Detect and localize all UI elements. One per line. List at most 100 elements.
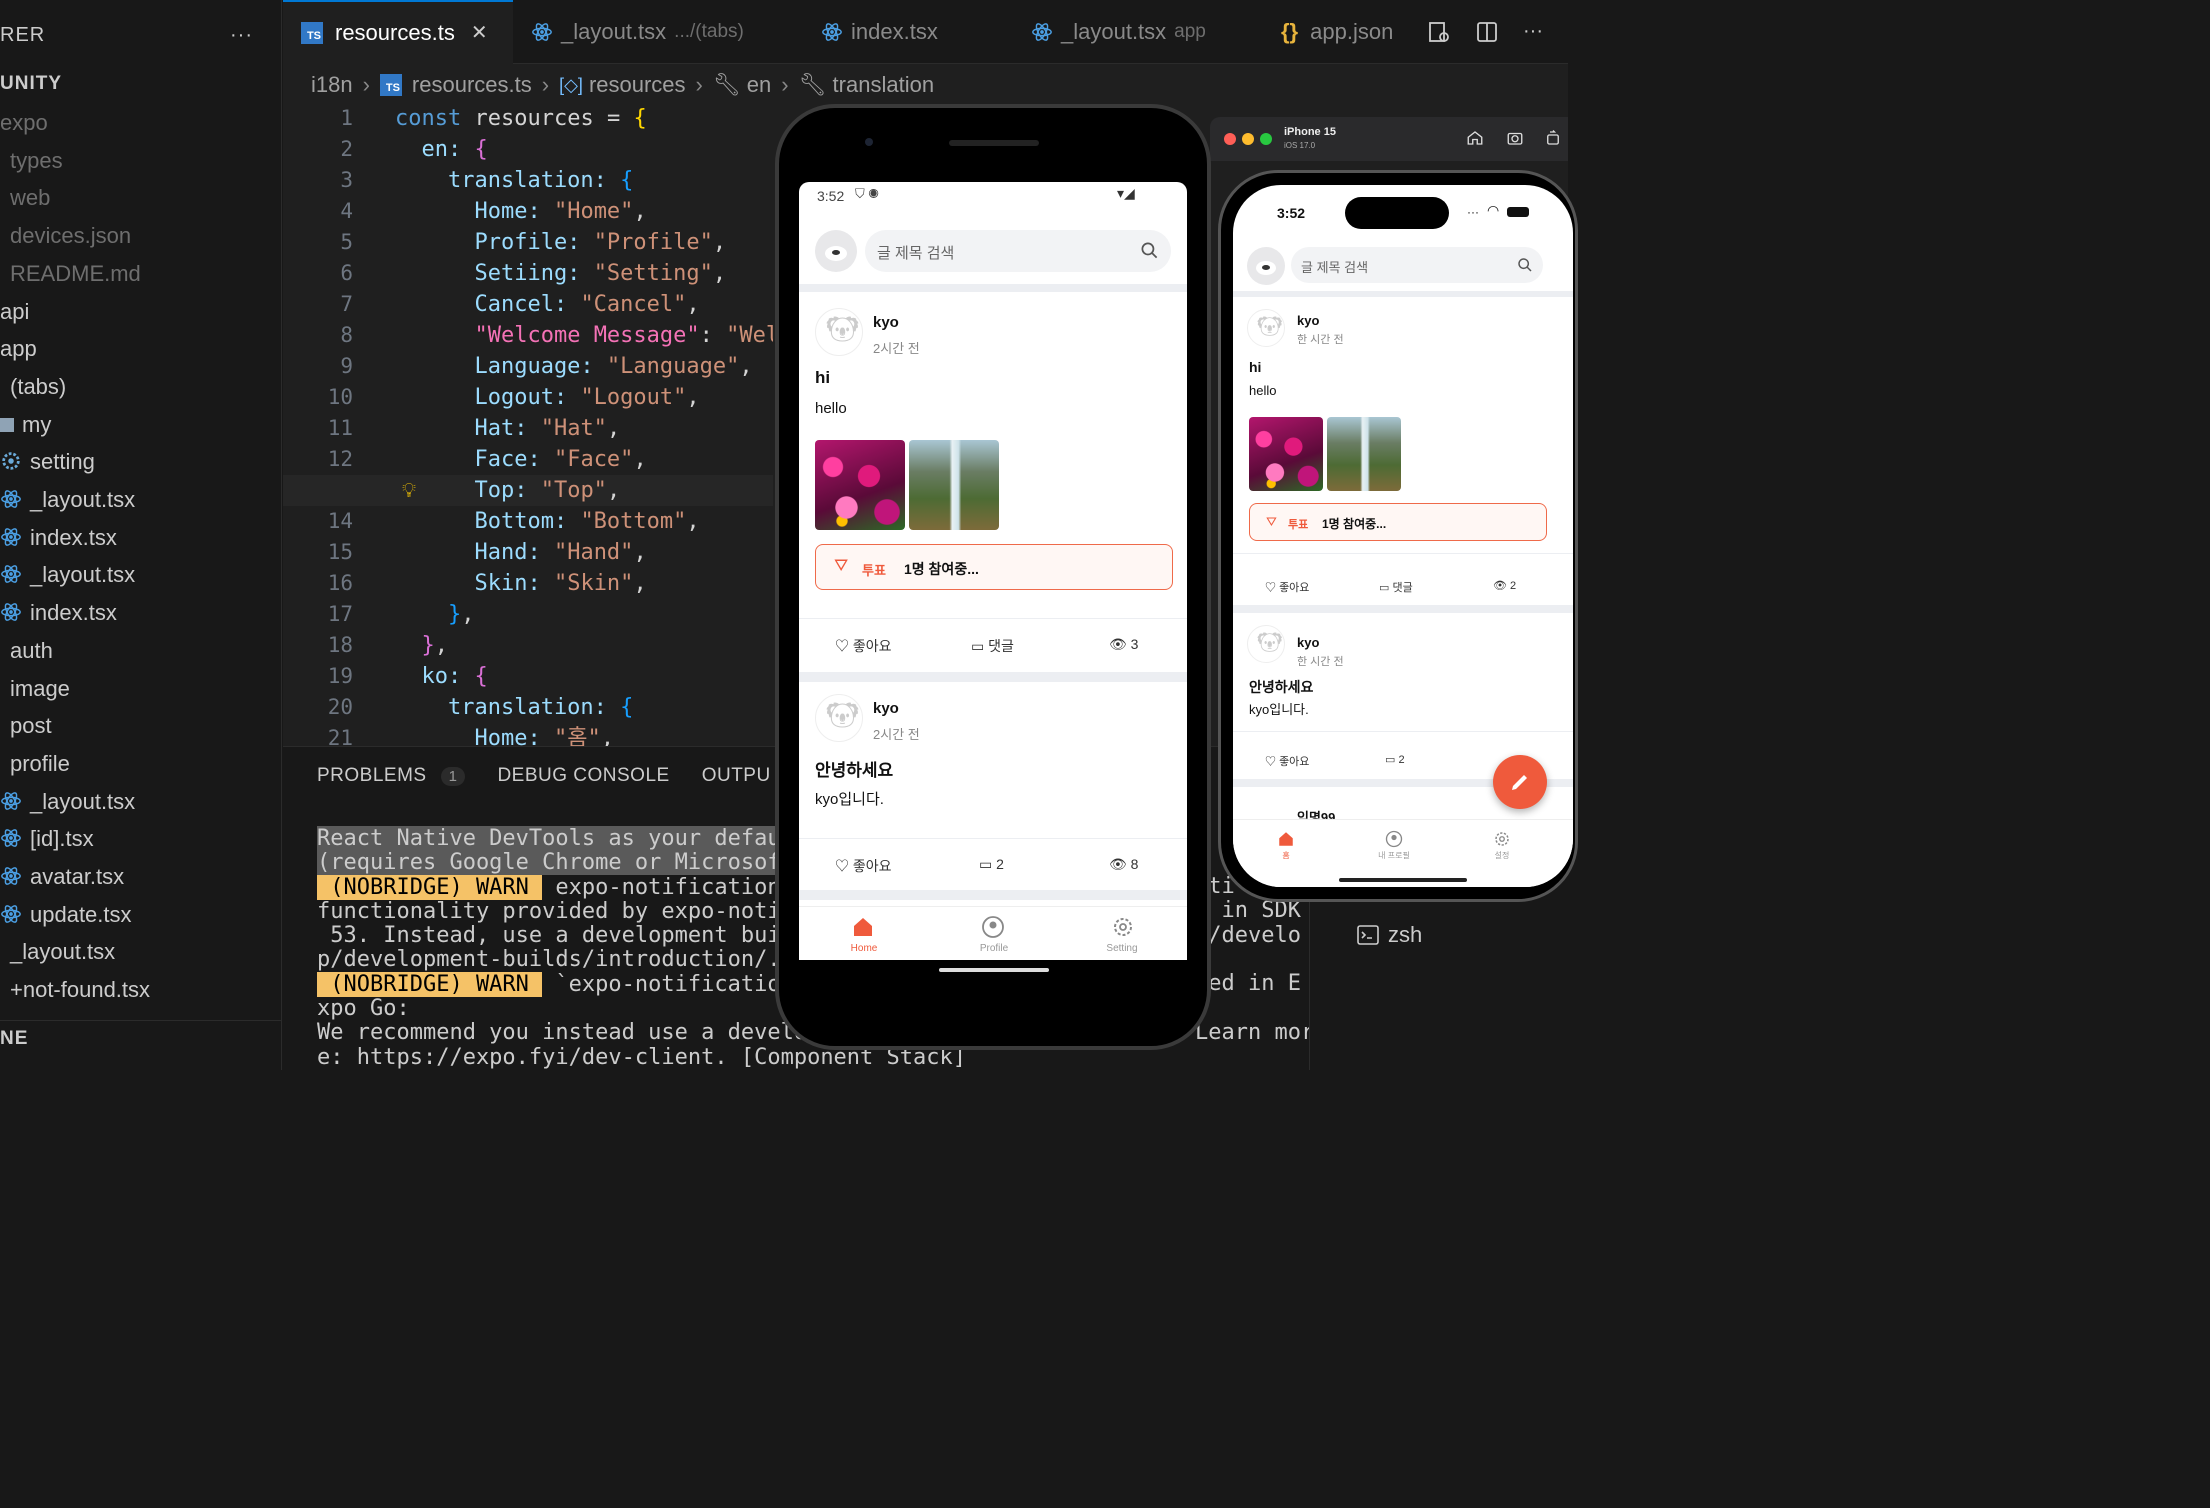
more-actions-icon[interactable]: ··· xyxy=(1523,20,1543,44)
post-title[interactable]: 안녕하세요 xyxy=(1249,677,1313,697)
post-author-avatar[interactable]: 🐨︎ xyxy=(815,308,863,356)
tree-item[interactable]: _layout.tsx xyxy=(10,933,115,971)
post-image[interactable] xyxy=(1327,417,1401,491)
tree-item[interactable]: index.tsx xyxy=(0,519,117,557)
code-line: Setiing: "Setting", xyxy=(395,261,727,286)
tree-item[interactable]: api xyxy=(0,293,29,331)
home-icon[interactable] xyxy=(1466,129,1484,147)
close-tab-button[interactable]: ✕ xyxy=(471,20,488,45)
rotate-icon[interactable] xyxy=(1544,129,1562,147)
tab-app-json[interactable]: {} app.json xyxy=(1263,0,1413,64)
tab-settings[interactable]: 설정 xyxy=(1487,850,1517,861)
tree-item[interactable]: my xyxy=(0,406,51,444)
tree-item[interactable]: post xyxy=(10,707,52,745)
close-window-button[interactable] xyxy=(1224,133,1236,145)
code-line: const resources = { xyxy=(395,106,647,131)
gear-icon[interactable] xyxy=(1493,830,1511,848)
write-post-button[interactable] xyxy=(1493,755,1547,809)
breadcrumb-file[interactable]: resources.ts xyxy=(412,72,532,98)
post-author-avatar[interactable]: 🐨︎ xyxy=(815,694,863,742)
post-author-avatar[interactable]: 🐨︎ xyxy=(1247,625,1285,663)
tab-layout-tabs[interactable]: _layout.tsx .../(tabs) xyxy=(513,0,803,64)
comment-button[interactable]: ▭ 댓글 xyxy=(1379,579,1413,595)
profile-icon[interactable] xyxy=(981,915,1005,939)
tree-item[interactable]: expo xyxy=(0,104,48,142)
breadcrumb-folder[interactable]: i18n xyxy=(311,72,353,98)
tab-profile[interactable]: Profile xyxy=(969,943,1019,954)
tree-item[interactable]: _layout.tsx xyxy=(0,783,135,821)
post-title[interactable]: 안녕하세요 xyxy=(815,756,893,781)
tab-resources-ts[interactable]: TS resources.ts ✕ xyxy=(283,0,513,64)
screenshot-icon[interactable] xyxy=(1506,129,1524,147)
tab-home[interactable]: Home xyxy=(839,943,889,954)
post-title[interactable]: hi xyxy=(1249,359,1261,375)
tab-layout-app[interactable]: _layout.tsx app xyxy=(1013,0,1263,64)
post-image[interactable] xyxy=(815,440,905,530)
profile-avatar[interactable] xyxy=(1247,247,1285,285)
outline-section-header[interactable]: NE xyxy=(0,1020,282,1056)
code-editor[interactable]: 123456789101112131415161718192021 💡︎ con… xyxy=(283,103,773,746)
profile-icon[interactable] xyxy=(1385,830,1403,848)
post-time: 2시간 전 xyxy=(873,341,920,356)
typescript-file-icon: TS xyxy=(379,74,402,96)
gear-icon[interactable] xyxy=(1111,915,1135,939)
tree-item[interactable]: [id].tsx xyxy=(0,820,94,858)
tree-item[interactable]: README.md xyxy=(10,255,141,293)
tab-index-tsx[interactable]: index.tsx xyxy=(803,0,1013,64)
tree-item[interactable]: index.tsx xyxy=(0,594,117,632)
like-button[interactable]: ♡ 좋아요 xyxy=(835,636,892,656)
tab-problems[interactable]: PROBLEMS 1 xyxy=(317,765,466,787)
open-preview-icon[interactable] xyxy=(1427,20,1451,44)
tab-home[interactable]: 홈 xyxy=(1271,850,1301,861)
tree-item[interactable]: devices.json xyxy=(10,217,131,255)
code-line: }, xyxy=(447,602,475,627)
tree-item[interactable]: web xyxy=(10,179,50,217)
tree-item[interactable]: (tabs) xyxy=(10,368,66,406)
tree-item[interactable]: setting xyxy=(0,443,95,481)
tree-item[interactable]: types xyxy=(10,142,63,180)
profile-avatar[interactable] xyxy=(815,230,857,272)
post-author-avatar[interactable]: 🐨︎ xyxy=(1247,309,1285,347)
tree-item[interactable]: image xyxy=(10,670,70,708)
comment-button[interactable]: ▭ 2 xyxy=(979,856,1004,873)
minimize-window-button[interactable] xyxy=(1242,133,1254,145)
vote-button[interactable]: ⛛ 투표 1명 참여중... xyxy=(815,544,1173,590)
breadcrumb-symbol[interactable]: resources xyxy=(589,72,686,98)
tree-item[interactable]: auth xyxy=(10,632,53,670)
tree-item[interactable]: avatar.tsx xyxy=(0,858,124,896)
zoom-window-button[interactable] xyxy=(1260,133,1272,145)
tree-item[interactable]: +not-found.tsx xyxy=(10,971,150,1009)
folder-icon xyxy=(0,417,14,432)
like-button[interactable]: ♡ 좋아요 xyxy=(1265,579,1309,595)
vote-button[interactable]: ⛛ 투표 1명 참여중... xyxy=(1249,503,1547,541)
like-button[interactable]: ♡ 좋아요 xyxy=(1265,753,1309,769)
home-icon[interactable] xyxy=(851,915,875,939)
tree-item[interactable]: update.tsx xyxy=(0,896,132,934)
post-title[interactable]: hi xyxy=(815,368,830,388)
like-button[interactable]: ♡ 좋아요 xyxy=(835,856,892,876)
comment-button[interactable]: ▭ 댓글 xyxy=(971,636,1014,656)
tab-settings[interactable]: Setting xyxy=(1097,943,1147,954)
terminal-zsh-item[interactable]: zsh xyxy=(1356,922,1422,948)
home-icon[interactable] xyxy=(1277,830,1295,848)
comment-button[interactable]: ▭ 2 xyxy=(1385,753,1405,766)
tab-profile[interactable]: 내 프로필 xyxy=(1369,850,1419,861)
tree-item[interactable]: app xyxy=(0,330,37,368)
search-input[interactable]: 글 제목 검색 xyxy=(1291,247,1543,283)
post-image[interactable] xyxy=(909,440,999,530)
simulator-titlebar: iPhone 15 iOS 17.0 xyxy=(1210,117,1568,161)
post-image[interactable] xyxy=(1249,417,1323,491)
workspace-section-header[interactable]: UNITY xyxy=(0,66,62,102)
search-icon[interactable] xyxy=(1140,241,1159,260)
tree-item[interactable]: profile xyxy=(10,745,70,783)
search-icon[interactable] xyxy=(1517,257,1533,273)
breadcrumb-symbol[interactable]: en xyxy=(747,72,771,98)
search-input[interactable]: 글 제목 검색 xyxy=(865,230,1171,272)
tab-debug-console[interactable]: DEBUG CONSOLE xyxy=(497,765,669,787)
tree-item[interactable]: _layout.tsx xyxy=(0,481,135,519)
tree-item[interactable]: _layout.tsx xyxy=(0,556,135,594)
tab-output[interactable]: OUTPU xyxy=(702,765,771,787)
split-editor-icon[interactable] xyxy=(1475,20,1499,44)
breadcrumb-symbol[interactable]: translation xyxy=(833,72,935,98)
more-actions-button[interactable]: ··· xyxy=(230,24,253,47)
